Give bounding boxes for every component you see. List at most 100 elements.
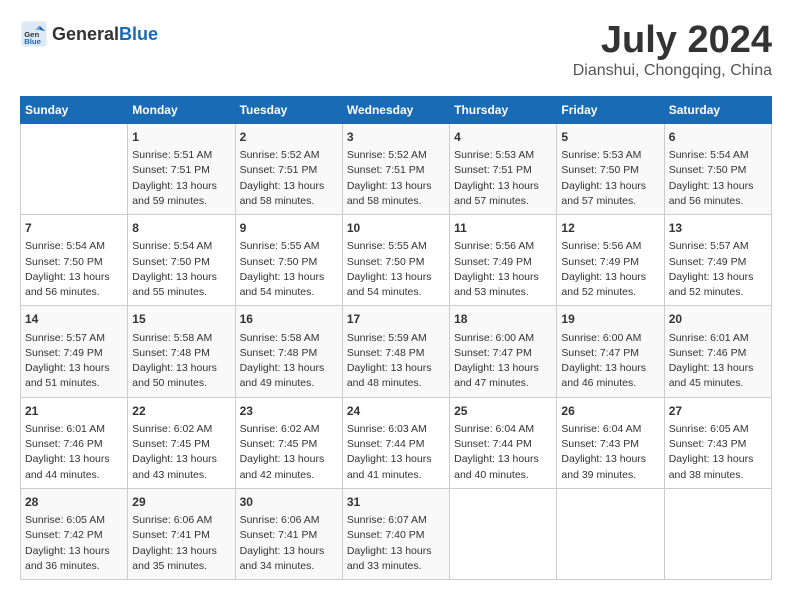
day-number: 27 bbox=[669, 403, 767, 420]
logo-general-text: General bbox=[52, 24, 119, 44]
day-header-saturday: Saturday bbox=[664, 96, 771, 123]
calendar-week-1: 1 Sunrise: 5:51 AMSunset: 7:51 PMDaylight… bbox=[21, 123, 772, 214]
day-number: 24 bbox=[347, 403, 445, 420]
calendar-cell: 23 Sunrise: 6:02 AMSunset: 7:45 PMDayligh… bbox=[235, 397, 342, 488]
day-number: 6 bbox=[669, 129, 767, 146]
calendar-cell: 10 Sunrise: 5:55 AMSunset: 7:50 PMDayligh… bbox=[342, 215, 449, 306]
day-info: Sunrise: 5:55 AMSunset: 7:50 PMDaylight:… bbox=[347, 239, 445, 300]
calendar-cell: 18 Sunrise: 6:00 AMSunset: 7:47 PMDayligh… bbox=[450, 306, 557, 397]
calendar-cell: 31 Sunrise: 6:07 AMSunset: 7:40 PMDayligh… bbox=[342, 488, 449, 579]
day-info: Sunrise: 5:51 AMSunset: 7:51 PMDaylight:… bbox=[132, 148, 230, 209]
day-number: 1 bbox=[132, 129, 230, 146]
day-number: 22 bbox=[132, 403, 230, 420]
day-number: 12 bbox=[561, 220, 659, 237]
day-info: Sunrise: 6:00 AMSunset: 7:47 PMDaylight:… bbox=[454, 331, 552, 392]
calendar-cell: 27 Sunrise: 6:05 AMSunset: 7:43 PMDayligh… bbox=[664, 397, 771, 488]
day-info: Sunrise: 5:52 AMSunset: 7:51 PMDaylight:… bbox=[240, 148, 338, 209]
day-number: 10 bbox=[347, 220, 445, 237]
calendar-cell: 17Sunrise: 5:59 AMSunset: 7:48 PMDayligh… bbox=[342, 306, 449, 397]
day-number: 30 bbox=[240, 494, 338, 511]
day-number: 18 bbox=[454, 311, 552, 328]
day-info: Sunrise: 6:04 AMSunset: 7:43 PMDaylight:… bbox=[561, 422, 659, 483]
logo: Gen Blue GeneralBlue bbox=[20, 20, 158, 48]
day-info: Sunrise: 5:53 AMSunset: 7:50 PMDaylight:… bbox=[561, 148, 659, 209]
day-info: Sunrise: 5:54 AMSunset: 7:50 PMDaylight:… bbox=[25, 239, 123, 300]
calendar-cell: 19Sunrise: 6:00 AMSunset: 7:47 PMDayligh… bbox=[557, 306, 664, 397]
calendar-cell: 1 Sunrise: 5:51 AMSunset: 7:51 PMDaylight… bbox=[128, 123, 235, 214]
calendar-cell: 30 Sunrise: 6:06 AMSunset: 7:41 PMDayligh… bbox=[235, 488, 342, 579]
day-number: 23 bbox=[240, 403, 338, 420]
day-info: Sunrise: 6:05 AMSunset: 7:42 PMDaylight:… bbox=[25, 513, 123, 574]
day-info: Sunrise: 6:04 AMSunset: 7:44 PMDaylight:… bbox=[454, 422, 552, 483]
day-number: 14 bbox=[25, 311, 123, 328]
day-info: Sunrise: 5:54 AMSunset: 7:50 PMDaylight:… bbox=[669, 148, 767, 209]
day-info: Sunrise: 5:57 AMSunset: 7:49 PMDaylight:… bbox=[25, 331, 123, 392]
page-title: July 2024 bbox=[573, 20, 772, 62]
calendar-cell: 16 Sunrise: 5:58 AMSunset: 7:48 PMDayligh… bbox=[235, 306, 342, 397]
calendar-cell: 8Sunrise: 5:54 AMSunset: 7:50 PMDaylight… bbox=[128, 215, 235, 306]
calendar-cell: 7Sunrise: 5:54 AMSunset: 7:50 PMDaylight… bbox=[21, 215, 128, 306]
svg-text:Blue: Blue bbox=[24, 37, 41, 46]
calendar-cell: 12 Sunrise: 5:56 AMSunset: 7:49 PMDayligh… bbox=[557, 215, 664, 306]
calendar-cell: 2 Sunrise: 5:52 AMSunset: 7:51 PMDaylight… bbox=[235, 123, 342, 214]
calendar-cell: 5Sunrise: 5:53 AMSunset: 7:50 PMDaylight… bbox=[557, 123, 664, 214]
day-info: Sunrise: 5:55 AMSunset: 7:50 PMDaylight:… bbox=[240, 239, 338, 300]
day-number: 29 bbox=[132, 494, 230, 511]
day-info: Sunrise: 5:58 AMSunset: 7:48 PMDaylight:… bbox=[240, 331, 338, 392]
day-number: 26 bbox=[561, 403, 659, 420]
day-number: 31 bbox=[347, 494, 445, 511]
day-info: Sunrise: 6:01 AMSunset: 7:46 PMDaylight:… bbox=[669, 331, 767, 392]
calendar-cell bbox=[664, 488, 771, 579]
day-info: Sunrise: 5:56 AMSunset: 7:49 PMDaylight:… bbox=[561, 239, 659, 300]
day-header-tuesday: Tuesday bbox=[235, 96, 342, 123]
day-info: Sunrise: 6:06 AMSunset: 7:41 PMDaylight:… bbox=[240, 513, 338, 574]
calendar-cell: 11 Sunrise: 5:56 AMSunset: 7:49 PMDayligh… bbox=[450, 215, 557, 306]
day-number: 4 bbox=[454, 129, 552, 146]
day-info: Sunrise: 5:58 AMSunset: 7:48 PMDaylight:… bbox=[132, 331, 230, 392]
day-number: 9 bbox=[240, 220, 338, 237]
page-subtitle: Dianshui, Chongqing, China bbox=[573, 62, 772, 80]
calendar-week-4: 21 Sunrise: 6:01 AMSunset: 7:46 PMDayligh… bbox=[21, 397, 772, 488]
calendar-cell: 15Sunrise: 5:58 AMSunset: 7:48 PMDayligh… bbox=[128, 306, 235, 397]
day-info: Sunrise: 6:03 AMSunset: 7:44 PMDaylight:… bbox=[347, 422, 445, 483]
logo-blue-text: Blue bbox=[119, 24, 158, 44]
day-info: Sunrise: 6:05 AMSunset: 7:43 PMDaylight:… bbox=[669, 422, 767, 483]
calendar-cell: 4Sunrise: 5:53 AMSunset: 7:51 PMDaylight… bbox=[450, 123, 557, 214]
day-number: 8 bbox=[132, 220, 230, 237]
calendar-cell: 22 Sunrise: 6:02 AMSunset: 7:45 PMDayligh… bbox=[128, 397, 235, 488]
logo-icon: Gen Blue bbox=[20, 20, 48, 48]
title-section: July 2024 Dianshui, Chongqing, China bbox=[573, 20, 772, 80]
day-number: 16 bbox=[240, 311, 338, 328]
calendar-cell: 29 Sunrise: 6:06 AMSunset: 7:41 PMDayligh… bbox=[128, 488, 235, 579]
day-number: 25 bbox=[454, 403, 552, 420]
day-number: 20 bbox=[669, 311, 767, 328]
calendar-body: 1 Sunrise: 5:51 AMSunset: 7:51 PMDaylight… bbox=[21, 123, 772, 579]
day-number: 11 bbox=[454, 220, 552, 237]
calendar-cell: 28 Sunrise: 6:05 AMSunset: 7:42 PMDayligh… bbox=[21, 488, 128, 579]
day-number: 13 bbox=[669, 220, 767, 237]
day-info: Sunrise: 6:02 AMSunset: 7:45 PMDaylight:… bbox=[132, 422, 230, 483]
day-header-friday: Friday bbox=[557, 96, 664, 123]
calendar-cell: 21 Sunrise: 6:01 AMSunset: 7:46 PMDayligh… bbox=[21, 397, 128, 488]
calendar-header-row: SundayMondayTuesdayWednesdayThursdayFrid… bbox=[21, 96, 772, 123]
day-number: 21 bbox=[25, 403, 123, 420]
day-info: Sunrise: 6:06 AMSunset: 7:41 PMDaylight:… bbox=[132, 513, 230, 574]
day-number: 19 bbox=[561, 311, 659, 328]
day-number: 28 bbox=[25, 494, 123, 511]
day-info: Sunrise: 5:57 AMSunset: 7:49 PMDaylight:… bbox=[669, 239, 767, 300]
calendar-cell bbox=[21, 123, 128, 214]
day-info: Sunrise: 6:07 AMSunset: 7:40 PMDaylight:… bbox=[347, 513, 445, 574]
calendar-cell: 24 Sunrise: 6:03 AMSunset: 7:44 PMDayligh… bbox=[342, 397, 449, 488]
calendar-cell: 6 Sunrise: 5:54 AMSunset: 7:50 PMDaylight… bbox=[664, 123, 771, 214]
day-header-monday: Monday bbox=[128, 96, 235, 123]
day-number: 17 bbox=[347, 311, 445, 328]
calendar-cell: 20 Sunrise: 6:01 AMSunset: 7:46 PMDayligh… bbox=[664, 306, 771, 397]
day-info: Sunrise: 5:56 AMSunset: 7:49 PMDaylight:… bbox=[454, 239, 552, 300]
calendar-cell: 14 Sunrise: 5:57 AMSunset: 7:49 PMDayligh… bbox=[21, 306, 128, 397]
day-number: 2 bbox=[240, 129, 338, 146]
calendar-cell: 9 Sunrise: 5:55 AMSunset: 7:50 PMDaylight… bbox=[235, 215, 342, 306]
calendar-table: SundayMondayTuesdayWednesdayThursdayFrid… bbox=[20, 96, 772, 580]
day-info: Sunrise: 6:01 AMSunset: 7:46 PMDaylight:… bbox=[25, 422, 123, 483]
day-info: Sunrise: 6:02 AMSunset: 7:45 PMDaylight:… bbox=[240, 422, 338, 483]
calendar-week-3: 14 Sunrise: 5:57 AMSunset: 7:49 PMDayligh… bbox=[21, 306, 772, 397]
